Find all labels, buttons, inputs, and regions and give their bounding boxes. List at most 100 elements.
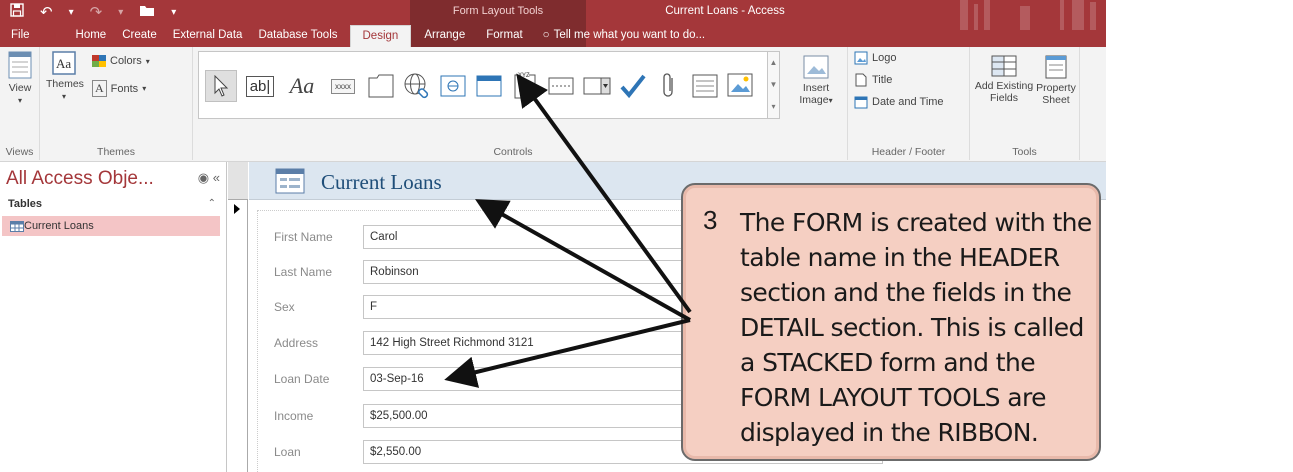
select-pointer-control[interactable] [205, 70, 237, 102]
undo-icon[interactable]: ↶ [40, 3, 53, 23]
gallery-scroll[interactable]: ▲ ▼ ▾ [767, 52, 779, 118]
combo-box-control[interactable] [581, 70, 613, 102]
label-control[interactable]: Aa [283, 70, 321, 102]
chevron-down-icon[interactable]: ▾ [118, 3, 123, 23]
date-time-label: Date and Time [872, 96, 944, 108]
textbox-control-label: ab| [245, 75, 275, 97]
themes-group-label: Themes [97, 146, 135, 158]
tab-external-data[interactable]: External Data [169, 25, 255, 47]
property-label: Property [1036, 82, 1076, 94]
tab-arrange[interactable]: Arrange [411, 25, 478, 47]
shutter-bar-close-icon[interactable]: « [213, 170, 220, 185]
nav-section-tables[interactable]: Tables [8, 198, 220, 210]
record-selector[interactable] [228, 162, 248, 472]
tools-group-label: Tools [1012, 146, 1037, 158]
globe-icon [404, 73, 429, 99]
view-button[interactable]: View ▾ [4, 51, 36, 107]
field-label-sex: Sex [274, 300, 295, 314]
themes-button[interactable]: Aa Themes ▾ [46, 51, 84, 103]
logo-label: Logo [872, 52, 897, 64]
callout-text: The FORM is created with the table name … [740, 208, 1092, 447]
hyperlink-control[interactable] [401, 70, 433, 102]
field-label-last-name: Last Name [274, 265, 333, 279]
title-button[interactable]: Title [854, 73, 892, 87]
insert-image-button[interactable]: Insert Image▾ [790, 55, 842, 107]
check-icon [620, 74, 646, 99]
save-icon[interactable] [10, 3, 24, 23]
button-control[interactable]: xxxx [325, 70, 361, 102]
add-existing-label-2: Fields [989, 92, 1018, 104]
tab-design[interactable]: Design [349, 25, 412, 47]
collapse-section-icon[interactable]: ⌃ [208, 198, 216, 209]
customize-qat-icon[interactable]: ▾ [69, 3, 74, 23]
field-label-income: Income [274, 409, 314, 423]
web-browser-control[interactable] [437, 70, 469, 102]
nav-item-label: Current Loans [24, 220, 94, 232]
tab-home[interactable]: Home [42, 25, 119, 47]
property-sheet-button[interactable]: Property Sheet [1034, 55, 1078, 106]
window-title: Current Loans - Access [665, 5, 785, 17]
tell-me-box[interactable]: ○ Tell me what you want to do... [531, 25, 705, 47]
tab-create[interactable]: Create [118, 25, 169, 47]
logo-button[interactable]: Logo [854, 51, 896, 65]
table-icon [10, 221, 24, 232]
themes-group: Aa Themes ▾ Colors ▾ A Fonts ▾ Themes [40, 47, 193, 160]
colors-button[interactable]: Colors ▾ [92, 55, 150, 67]
fonts-button[interactable]: A Fonts ▾ [92, 80, 146, 97]
add-existing-label: Add Existing [974, 80, 1034, 92]
title-background-art [960, 0, 1096, 30]
page-break-icon [548, 77, 574, 95]
nav-menu-icon[interactable]: ◉ [198, 170, 209, 185]
page-margin [1106, 0, 1293, 472]
label-control-text: Aa [289, 73, 315, 98]
open-folder-icon[interactable] [139, 3, 155, 23]
list-box-control[interactable] [689, 70, 721, 102]
chevron-down-icon: ▾ [828, 96, 833, 105]
tab-file[interactable]: File [0, 25, 42, 47]
tell-me-text: Tell me what you want to do... [553, 29, 706, 41]
nav-pane-title[interactable]: All Access Obje... [6, 168, 154, 190]
controls-gallery: ab| Aa xxxx XYZ ▲ ▼ ▾ [198, 51, 780, 119]
check-box-control[interactable] [617, 70, 649, 102]
tab-control[interactable] [365, 70, 397, 102]
ribbon-tabs: File Home Create External Data Database … [0, 25, 705, 47]
attachment-control[interactable] [653, 70, 685, 102]
nav-pane-controls: ◉ « [198, 170, 220, 186]
nav-item-current-loans[interactable]: Current Loans [2, 216, 220, 236]
paperclip-icon [663, 73, 673, 97]
add-existing-fields-button[interactable]: Add Existing Fields [972, 55, 1036, 104]
qat-more-icon[interactable]: ▾ [171, 3, 176, 23]
views-group-label: Views [5, 146, 34, 158]
page-break-control[interactable] [545, 70, 577, 102]
navigation-control[interactable] [473, 70, 505, 102]
contextual-group-label: Form Layout Tools [452, 5, 544, 17]
list-box-icon [692, 74, 718, 98]
textbox-control[interactable]: ab| [241, 70, 279, 102]
calendar-icon [854, 96, 868, 109]
tab-format[interactable]: Format [478, 25, 530, 47]
form-title[interactable]: Current Loans [321, 170, 442, 195]
lightbulb-icon: ○ [542, 29, 550, 41]
option-group-control[interactable]: XYZ [509, 70, 541, 102]
step-number: 3 [703, 205, 718, 235]
fonts-label: Fonts [110, 82, 139, 95]
current-record-icon [234, 204, 240, 214]
instruction-callout: 3 The FORM is created with the table nam… [681, 183, 1101, 461]
form-selector[interactable] [228, 162, 248, 200]
web-browser-icon [440, 75, 466, 97]
svg-text:XYZ: XYZ [518, 73, 530, 79]
cursor-icon [214, 75, 229, 97]
tab-control-icon [368, 74, 394, 98]
insert-image-label-2: Image [799, 94, 829, 106]
view-icon [8, 51, 32, 79]
fonts-icon: A [92, 80, 107, 97]
form-icon [275, 168, 305, 194]
field-label-first-name: First Name [274, 230, 333, 244]
header-footer-group-label: Header / Footer [871, 146, 946, 158]
tab-database-tools[interactable]: Database Tools [254, 25, 349, 47]
image-control[interactable] [725, 70, 757, 102]
controls-group-label: Controls [493, 146, 533, 158]
title-bar: ↶ ▾ ↷ ▾ ▾ Form Layout Tools Current Loan… [0, 0, 1106, 47]
redo-icon[interactable]: ↷ [90, 3, 103, 23]
date-time-button[interactable]: Date and Time [854, 95, 944, 109]
